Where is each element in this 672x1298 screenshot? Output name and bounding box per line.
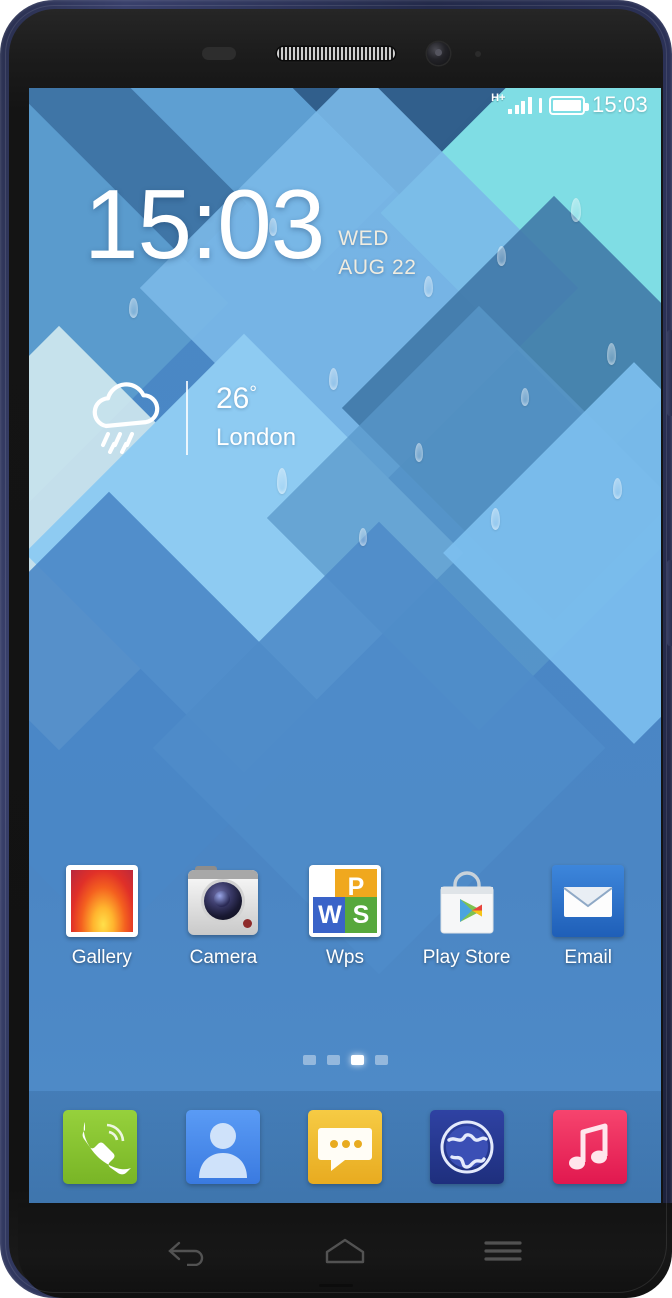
weather-readings: 26° London [216,384,296,452]
rain-cloud-icon [84,382,172,454]
app-email[interactable]: Email [538,865,638,969]
app-label: Email [564,947,612,968]
gallery-icon [65,865,138,937]
raindrop [607,343,616,365]
email-icon [552,865,625,937]
raindrop [359,528,367,546]
home-icon[interactable] [315,1231,375,1271]
raindrop [571,198,581,222]
raindrop [497,246,506,266]
dock [29,1091,661,1203]
dock-item-music[interactable] [552,1110,627,1184]
raindrop [277,468,287,494]
dock-item-browser[interactable] [430,1110,505,1184]
app-label: Camera [189,947,258,968]
top-bezel [9,9,663,87]
volume-up-button[interactable] [667,330,672,416]
notification-led-icon [475,51,481,57]
sim-indicator-icon [538,97,542,113]
phone-screen[interactable]: H+ 15:03 15:03 WED AUG 22 26° London Gal… [29,88,661,1203]
status-bar-clock: 15:03 [591,92,648,117]
page-dot[interactable] [302,1055,316,1065]
weather-city: London [216,424,297,451]
play-store-icon [431,865,503,937]
phone-device: H+ 15:03 15:03 WED AUG 22 26° London Gal… [0,0,672,1298]
app-wps[interactable]: P W S Wps [295,865,395,969]
proximity-sensor-icon [202,47,236,60]
raindrop [521,388,529,406]
front-camera-icon [427,42,450,65]
page-dot[interactable] [374,1055,388,1065]
camera-icon [187,865,259,937]
page-indicator [29,1055,661,1065]
clock-widget[interactable]: 15:03 WED AUG 22 [84,169,417,283]
page-dot-active[interactable] [350,1055,364,1065]
app-play-store[interactable]: Play Store [417,865,517,969]
menu-icon[interactable] [473,1231,533,1271]
app-gallery[interactable]: Gallery [52,865,152,969]
dock-item-messaging[interactable] [307,1110,382,1184]
clock-date: AUG 22 [338,255,417,279]
app-label: Gallery [71,947,132,968]
raindrop [415,443,423,462]
status-bar[interactable]: H+ 15:03 [29,88,661,122]
app-camera[interactable]: Camera [173,865,273,969]
weather-divider [186,381,188,455]
raindrop [613,478,622,499]
weather-widget[interactable]: 26° London [84,381,296,455]
clock-weekday: WED [338,227,390,250]
raindrop [424,276,433,297]
volume-down-button[interactable] [667,560,672,646]
dock-item-phone[interactable] [63,1110,138,1184]
weather-temperature: 26° [216,382,257,415]
dock-item-contacts[interactable] [185,1110,260,1184]
wps-icon: P W S [308,865,381,937]
app-grid: Gallery Camera P W S Wps Play Store Emai… [29,865,661,969]
signal-strength-icon [508,96,532,114]
back-arrow-icon[interactable] [157,1231,217,1271]
camera-lens-icon [435,49,442,56]
raindrop [329,368,338,390]
raindrop [491,508,500,530]
microphone-icon [319,1284,353,1287]
network-type-label: H+ [491,92,506,104]
app-label: Play Store [422,947,511,968]
clock-date-block: WED AUG 22 [338,225,416,283]
battery-icon [548,95,589,115]
app-label: Wps [325,947,364,968]
earpiece-speaker-icon [277,47,395,60]
phone-bezel: H+ 15:03 15:03 WED AUG 22 26° London Gal… [9,9,672,1298]
clock-time: 15:03 [84,169,325,279]
raindrop [129,298,138,318]
page-dot[interactable] [326,1055,340,1065]
